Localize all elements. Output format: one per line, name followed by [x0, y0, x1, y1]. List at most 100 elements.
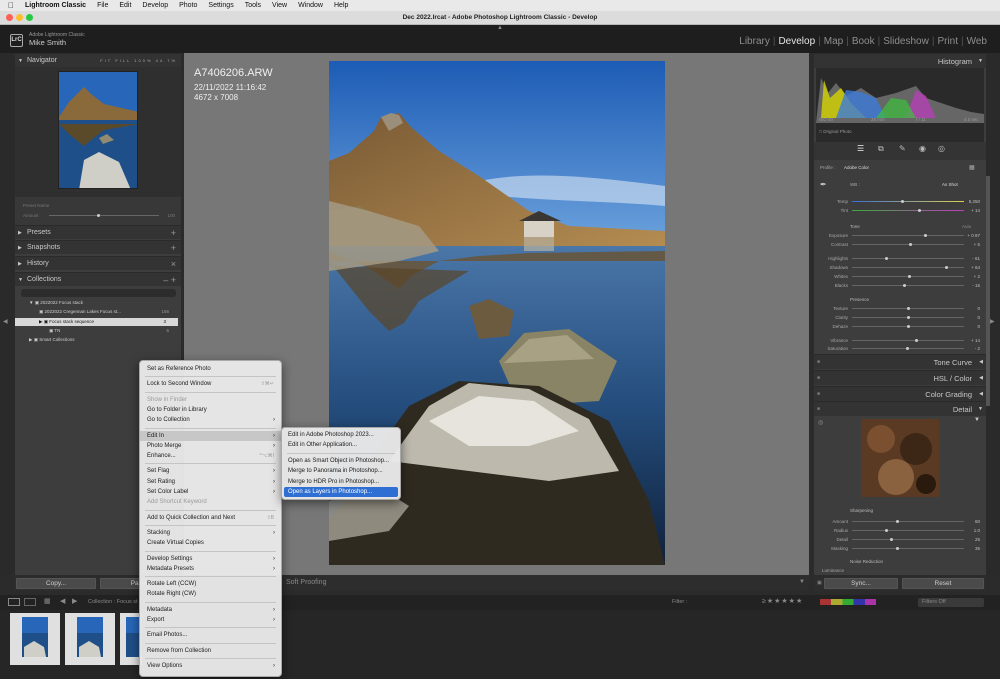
menu-develop[interactable]: Develop	[142, 2, 168, 9]
nav-zoom-fit[interactable]: FIT	[100, 58, 112, 63]
context-menu-item[interactable]: Go to Collection ›	[140, 415, 281, 425]
edit-in-submenu-item[interactable]: Merge to Panorama in Photoshop...	[284, 466, 398, 476]
context-menu-item[interactable]: Rotate Right (CW)	[140, 589, 281, 599]
context-menu-item[interactable]: Go to Folder in Library	[140, 405, 281, 415]
filmstrip-thumb[interactable]	[65, 613, 115, 665]
menu-settings[interactable]: Settings	[208, 2, 233, 9]
collection-item[interactable]: ▣ TN	[49, 328, 60, 334]
navigator-header[interactable]: ▼ Navigator FIT FILL 100% 44.7%	[15, 53, 181, 67]
context-menu-item[interactable]: Enhance... ^⌥⌘I	[140, 451, 281, 461]
sync-toggle-icon[interactable]: ▣	[817, 580, 822, 586]
slider-knob[interactable]	[918, 209, 922, 212]
slider-knob[interactable]	[923, 234, 927, 237]
reset-button[interactable]: Reset	[902, 578, 984, 589]
nav-zoom-custom[interactable]: 44.7%	[156, 58, 177, 63]
context-menu-item[interactable]: Export ›	[140, 615, 281, 625]
menu-window[interactable]: Window	[298, 2, 323, 9]
slider-track[interactable]	[852, 235, 964, 236]
detail-header[interactable]: ■ Detail ▼	[814, 401, 986, 416]
menu-tools[interactable]: Tools	[245, 2, 261, 9]
presets-header[interactable]: ▶ Presets +	[15, 225, 181, 239]
slider-knob[interactable]	[909, 243, 913, 246]
main-window-icon[interactable]	[8, 598, 20, 606]
slider-track[interactable]	[852, 539, 964, 540]
preset-amount-slider[interactable]	[49, 215, 159, 216]
menu-app-name[interactable]: Lightroom Classic	[25, 2, 86, 9]
slider-track[interactable]	[852, 285, 964, 286]
original-photo-checkbox[interactable]: □ Original Photo	[819, 129, 852, 134]
slider-knob[interactable]	[907, 325, 910, 328]
grid-view-icon[interactable]: ▦	[44, 597, 51, 605]
edit-in-submenu-item[interactable]: Edit in Adobe Photoshop 2023...	[284, 430, 398, 440]
soft-proofing-label[interactable]: Soft Proofing	[286, 579, 326, 586]
color-grading-header[interactable]: ■ Color Grading ◀	[814, 386, 986, 401]
apple-icon[interactable]: 	[8, 1, 14, 10]
slider-track[interactable]	[852, 340, 964, 341]
slider-knob[interactable]	[884, 257, 888, 260]
context-menu-item[interactable]: Set Rating ›	[140, 477, 281, 487]
slider-knob[interactable]	[908, 275, 912, 278]
context-menu-item[interactable]: Set Flag ›	[140, 466, 281, 476]
masking-icon[interactable]: ◎	[938, 144, 945, 153]
menu-photo[interactable]: Photo	[179, 2, 197, 9]
second-window-icon[interactable]	[24, 598, 36, 606]
slider-knob[interactable]	[895, 547, 899, 550]
slider-knob[interactable]	[907, 307, 910, 310]
copy-button[interactable]: Copy...	[16, 578, 96, 589]
edit-sliders-icon[interactable]: ☰	[857, 144, 864, 153]
context-menu-item[interactable]: Photo Merge ›	[140, 441, 281, 451]
context-menu-item[interactable]: Metadata Presets ›	[140, 564, 281, 574]
module-print[interactable]: Print	[934, 36, 961, 47]
right-panel-scrollbar[interactable]	[986, 176, 990, 406]
slider-knob[interactable]	[905, 347, 909, 350]
left-panel-toggle-icon[interactable]: ◀	[3, 318, 8, 325]
sync-button[interactable]: Sync...	[824, 578, 898, 589]
slider-knob[interactable]	[907, 316, 910, 319]
tone-auto-button[interactable]: Auto	[962, 224, 971, 229]
detail-target-icon[interactable]: ◎	[818, 419, 823, 426]
context-menu-item[interactable]: Email Photos...	[140, 630, 281, 640]
redeye-icon[interactable]: ◉	[919, 144, 926, 153]
context-menu-item[interactable]: Edit In ›	[140, 430, 281, 441]
detail-preview[interactable]	[861, 419, 939, 497]
context-menu-item[interactable]: View Options ›	[140, 661, 281, 671]
edit-in-submenu-item[interactable]: Open as Smart Object in Photoshop...	[284, 456, 398, 466]
context-menu-item[interactable]: Lock to Second Window ⇧⌘↵	[140, 379, 281, 389]
module-book[interactable]: Book	[849, 36, 878, 47]
healing-icon[interactable]: ✎	[899, 144, 906, 153]
nav-zoom-100[interactable]: 100%	[134, 58, 152, 63]
filters-off-select[interactable]: Filters Off	[918, 598, 984, 607]
collection-set-item[interactable]: ▼ ▣ 2022022 Focus stack	[29, 300, 83, 306]
context-menu-item[interactable]: Create Virtual Copies	[140, 538, 281, 548]
slider-knob[interactable]	[901, 200, 905, 203]
context-menu-item[interactable]: Remove from Collection	[140, 646, 281, 656]
right-panel-toggle-icon[interactable]: ▶	[990, 318, 995, 325]
menu-edit[interactable]: Edit	[119, 2, 131, 9]
menu-help[interactable]: Help	[334, 2, 348, 9]
wb-select[interactable]: As Shot	[942, 182, 958, 187]
slider-track[interactable]	[852, 244, 964, 245]
toolbar-dropdown-icon[interactable]: ▼	[799, 579, 805, 585]
collections-search-input[interactable]	[21, 289, 176, 297]
context-menu-item[interactable]: Rotate Left (CCW)	[140, 579, 281, 589]
module-web[interactable]: Web	[964, 36, 990, 47]
smart-collections-item[interactable]: ▶ ▣ Smart Collections	[29, 337, 74, 343]
context-menu-item[interactable]: Metadata ›	[140, 605, 281, 615]
rating-filter[interactable]: ≥★★★★★	[762, 597, 803, 605]
filmstrip-thumb[interactable]	[10, 613, 60, 665]
back-arrow-icon[interactable]: ◀	[60, 597, 65, 605]
histogram[interactable]: ISO 50 28 mm f / 11 4.0 sec □ Original P…	[816, 68, 984, 142]
forward-arrow-icon[interactable]: ▶	[72, 597, 77, 605]
slider-knob[interactable]	[895, 520, 899, 523]
hsl-header[interactable]: ■ HSL / Color ◀	[814, 370, 986, 385]
edit-in-submenu-item[interactable]: Open as Layers in Photoshop...	[284, 487, 398, 497]
context-menu-item[interactable]: Add to Quick Collection and Next ⇧B	[140, 513, 281, 523]
slider-track[interactable]	[852, 548, 964, 549]
top-panel-toggle-icon[interactable]: ▲	[497, 25, 503, 31]
slider-track[interactable]	[852, 210, 964, 211]
slider-knob[interactable]	[902, 284, 906, 287]
module-library[interactable]: Library	[736, 36, 773, 47]
module-slideshow[interactable]: Slideshow	[880, 36, 932, 47]
minimize-window-icon[interactable]	[16, 14, 23, 21]
profile-select[interactable]: Adobe Color	[844, 165, 869, 170]
